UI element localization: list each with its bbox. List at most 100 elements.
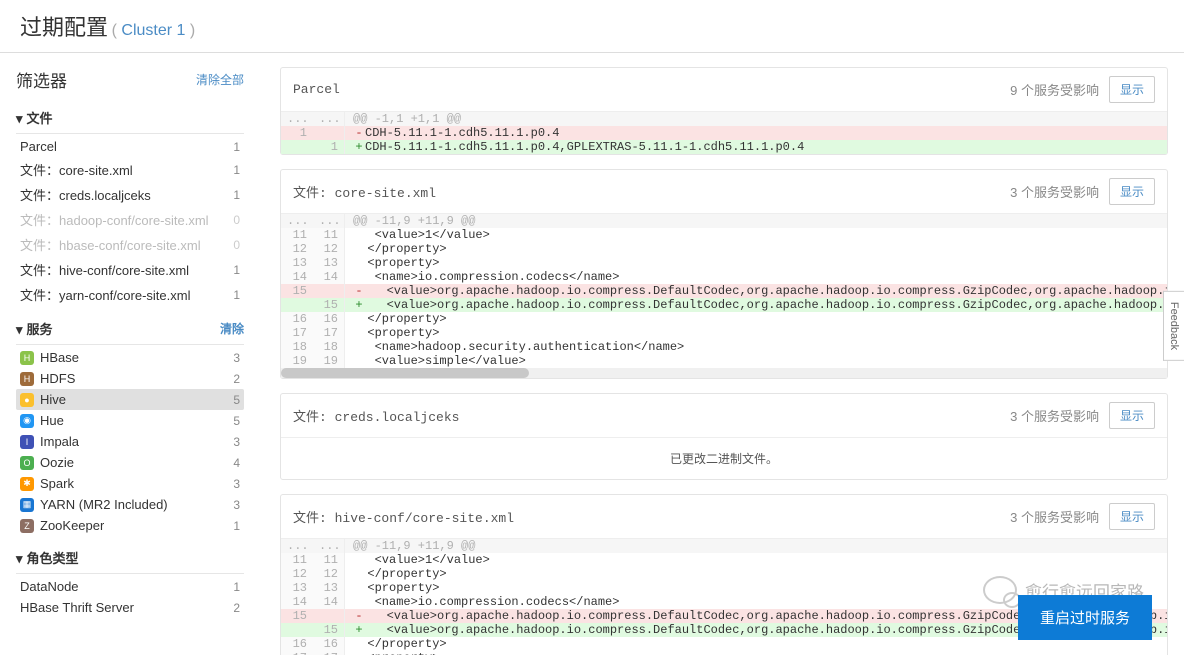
filter-item-count: 1 — [233, 580, 240, 594]
clear-filter-link[interactable]: 清除 — [220, 320, 244, 337]
filter-item[interactable]: IImpala3 — [16, 431, 244, 452]
filter-item-label: HBase — [40, 350, 79, 365]
binary-message: 已更改二进制文件。 — [281, 438, 1167, 479]
gutter-old: 13 — [281, 581, 313, 595]
filter-item-label: ZooKeeper — [40, 518, 104, 533]
gutter-new: 14 — [313, 595, 345, 609]
diff-row: 15+ <value>org.apache.hadoop.io.compress… — [281, 298, 1167, 312]
affected-count: 3 个服务受影响 — [1010, 182, 1099, 201]
diff-code: @@ -11,9 +11,9 @@ — [345, 539, 1167, 553]
filter-item[interactable]: 文件：creds.localjceks1 — [16, 182, 244, 207]
diff-row: ......@@ -1,1 +1,1 @@ — [281, 112, 1167, 126]
filters-title: 筛选器 — [16, 67, 67, 92]
filter-item[interactable]: ◉Hue5 — [16, 410, 244, 431]
show-button[interactable]: 显示 — [1109, 76, 1155, 103]
diff-code: <value>1</value> — [345, 553, 1167, 567]
horizontal-scrollbar[interactable] — [281, 368, 1167, 378]
diff-code: <value>simple</value> — [345, 354, 1167, 368]
filter-item-count: 1 — [233, 288, 240, 302]
diff-row: ......@@ -11,9 +11,9 @@ — [281, 214, 1167, 228]
filter-item[interactable]: HHDFS2 — [16, 368, 244, 389]
diff-code: <name>hadoop.security.authentication</na… — [345, 340, 1167, 354]
diff-row: 1212 </property> — [281, 242, 1167, 256]
diff-row: 1717 <property> — [281, 326, 1167, 340]
gutter-new — [313, 126, 345, 140]
gutter-old: ... — [281, 539, 313, 553]
gutter-old: 17 — [281, 326, 313, 340]
filter-item[interactable]: 文件：yarn-conf/core-site.xml 1 — [16, 282, 244, 307]
show-button[interactable]: 显示 — [1109, 402, 1155, 429]
filter-item[interactable]: ✱Spark3 — [16, 473, 244, 494]
filter-item-label: HBase Thrift Server — [20, 600, 134, 615]
diff-row: 1414 <name>io.compression.codecs</name> — [281, 270, 1167, 284]
filter-item-label: YARN (MR2 Included) — [40, 497, 168, 512]
filter-item[interactable]: 文件：hbase-conf/core-site.xml0 — [16, 232, 244, 257]
filter-item[interactable]: HBase Thrift Server2 — [16, 597, 244, 618]
gutter-old: 16 — [281, 312, 313, 326]
service-icon: I — [20, 435, 34, 449]
caret-down-icon: ▾ — [16, 551, 23, 567]
filter-section-title[interactable]: ▾文件 — [16, 108, 53, 127]
filter-item-label: Hue — [40, 413, 64, 428]
filter-item[interactable]: 文件：core-site.xml1 — [16, 157, 244, 182]
diff-code: <value>1</value> — [345, 228, 1167, 242]
diff-code: + <value>org.apache.hadoop.io.compress.D… — [345, 298, 1167, 312]
diff-row: 1818 <name>hadoop.security.authenticatio… — [281, 340, 1167, 354]
gutter-old: 19 — [281, 354, 313, 368]
filter-item-count: 5 — [233, 393, 240, 407]
filter-item[interactable]: ●Hive5 — [16, 389, 244, 410]
filter-item-count: 1 — [233, 263, 240, 277]
gutter-old — [281, 623, 313, 637]
filter-item[interactable]: 文件：hadoop-conf/core-site.xml0 — [16, 207, 244, 232]
diff-body: 已更改二进制文件。 — [281, 438, 1167, 479]
diff-body: ......@@ -1,1 +1,1 @@ 1-CDH-5.11.1-1.cdh5… — [281, 112, 1167, 154]
service-icon: Z — [20, 519, 34, 533]
gutter-old — [281, 140, 313, 154]
gutter-new: 15 — [313, 298, 345, 312]
filter-item[interactable]: 文件：hive-conf/core-site.xml1 — [16, 257, 244, 282]
gutter-new: 11 — [313, 228, 345, 242]
diff-code: <property> — [345, 326, 1167, 340]
filter-item[interactable]: DataNode1 — [16, 576, 244, 597]
show-button[interactable]: 显示 — [1109, 178, 1155, 205]
filter-section-title[interactable]: ▾服务 — [16, 319, 53, 338]
diff-code: -CDH-5.11.1-1.cdh5.11.1.p0.4 — [345, 126, 1167, 140]
filter-item[interactable]: ▦YARN (MR2 Included)3 — [16, 494, 244, 515]
gutter-new — [313, 284, 345, 298]
diff-row: 1111 <value>1</value> — [281, 553, 1167, 567]
filter-item-count: 3 — [233, 351, 240, 365]
restart-stale-services-button[interactable]: 重启过时服务 — [1018, 595, 1152, 640]
filter-item-count: 3 — [233, 498, 240, 512]
show-button[interactable]: 显示 — [1109, 503, 1155, 530]
gutter-old: 11 — [281, 228, 313, 242]
gutter-old: 18 — [281, 340, 313, 354]
filter-item[interactable]: ZZooKeeper1 — [16, 515, 244, 536]
diff-block: 文件: creds.localjceks3 个服务受影响显示已更改二进制文件。 — [280, 393, 1168, 480]
diff-row: ......@@ -11,9 +11,9 @@ — [281, 539, 1167, 553]
filter-item[interactable]: O Oozie 4 — [16, 452, 244, 473]
diff-body: ......@@ -11,9 +11,9 @@1111 <value>1</va… — [281, 214, 1167, 378]
filter-section-title[interactable]: ▾角色类型 — [16, 548, 79, 567]
diff-row: 1616 </property> — [281, 312, 1167, 326]
filter-item-count: 5 — [233, 414, 240, 428]
filter-item-label: Oozie — [40, 455, 74, 470]
gutter-new: 14 — [313, 270, 345, 284]
feedback-tab[interactable]: Feedback — [1163, 291, 1184, 361]
diff-block: 文件: core-site.xml 3 个服务受影响显示 ......@@ -11,… — [280, 169, 1168, 379]
clear-all-link[interactable]: 清除全部 — [196, 71, 244, 88]
service-icon: O — [20, 456, 34, 470]
diff-code: </property> — [345, 312, 1167, 326]
filter-item-label: 文件：yarn-conf/core-site.xml — [20, 285, 190, 304]
diff-code: <property> — [345, 581, 1167, 595]
gutter-old: ... — [281, 112, 313, 126]
filter-item-count: 1 — [233, 140, 240, 154]
diff-title: 文件: core-site.xml — [293, 182, 436, 201]
gutter-new: 1 — [313, 140, 345, 154]
filter-item-label: 文件：hadoop-conf/core-site.xml — [20, 210, 209, 229]
filter-item[interactable]: Parcel1 — [16, 136, 244, 157]
filter-item-count: 4 — [233, 456, 240, 470]
scrollbar-thumb[interactable] — [281, 368, 529, 378]
filter-item[interactable]: HHBase3 — [16, 347, 244, 368]
cluster-link[interactable]: Cluster 1 — [121, 22, 185, 39]
gutter-new: ... — [313, 214, 345, 228]
